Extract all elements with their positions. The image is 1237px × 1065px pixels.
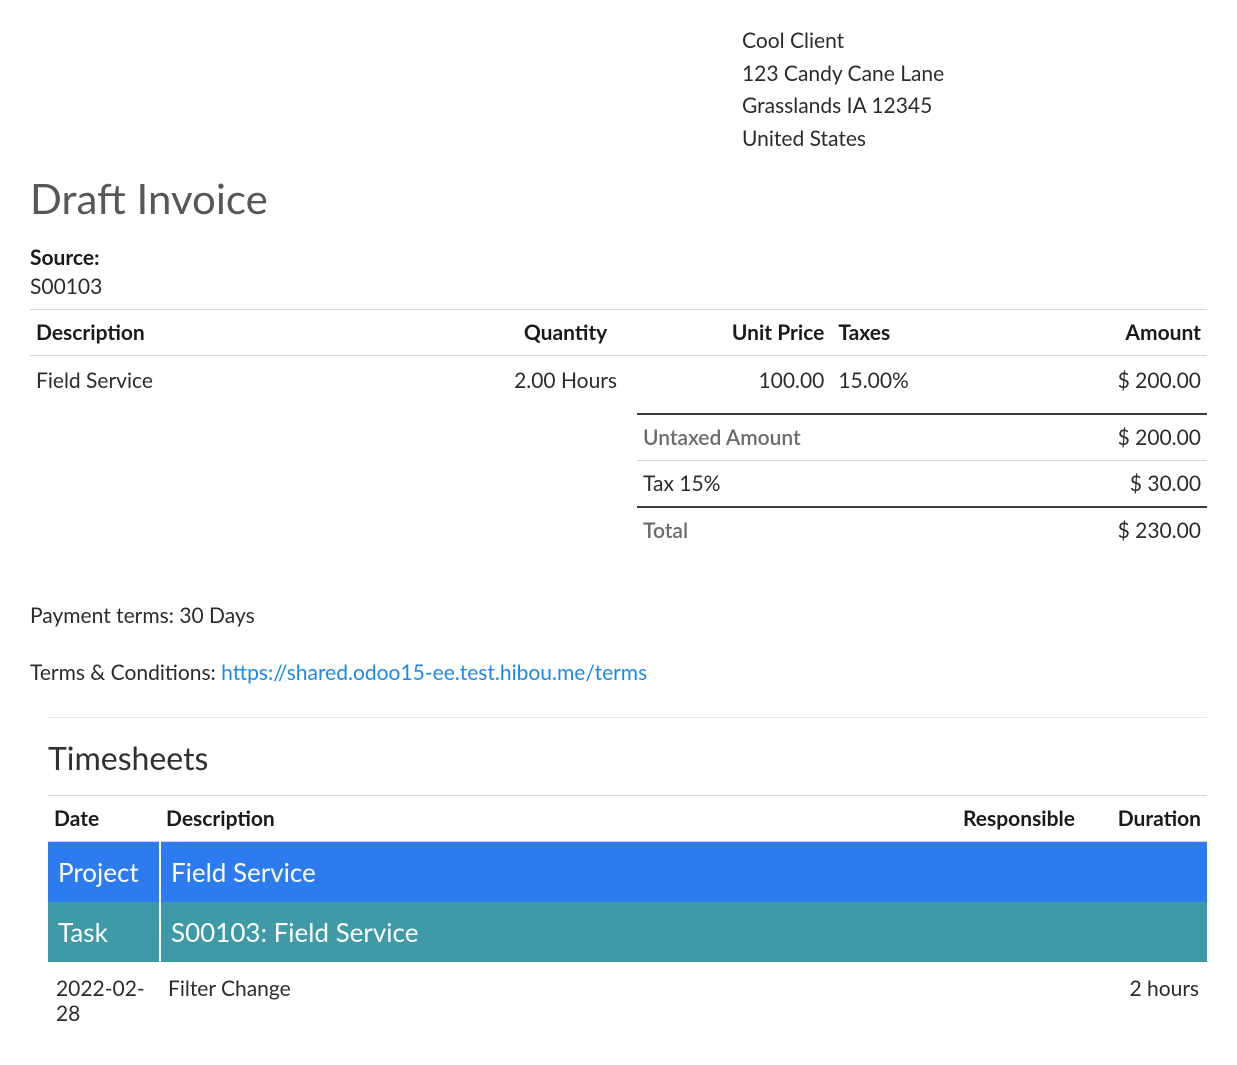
terms-and-conditions: Terms & Conditions: https://shared.odoo1… (30, 660, 1207, 685)
line-unit-price: 100.00 (666, 356, 831, 406)
untaxed-value: $ 200.00 (1002, 414, 1207, 461)
col-taxes: Taxes (830, 310, 995, 356)
timesheets-header-row: Date Description Responsible Duration (48, 796, 1207, 842)
source-value: S00103 (30, 274, 1207, 299)
client-street: 123 Candy Cane Lane (742, 58, 1207, 91)
totals-table: Untaxed Amount $ 200.00 Tax 15% $ 30.00 … (637, 413, 1207, 553)
line-description: Field Service (30, 356, 466, 406)
ts-col-description: Description (160, 796, 957, 842)
terms-link[interactable]: https://shared.odoo15-ee.test.hibou.me/t… (221, 660, 647, 685)
client-country: United States (742, 123, 1207, 156)
tax-value: $ 30.00 (1002, 461, 1207, 508)
entry-responsible (957, 962, 1097, 1040)
entry-date: 2022-02-28 (48, 962, 160, 1040)
client-address: Cool Client 123 Candy Cane Lane Grasslan… (742, 25, 1207, 155)
timesheets-title: Timesheets (48, 738, 1207, 777)
page-title: Draft Invoice (30, 173, 1207, 223)
task-label: Task (48, 902, 160, 962)
total-row: Total $ 230.00 (637, 507, 1207, 553)
source-label: Source: (30, 245, 1207, 270)
ts-col-duration: Duration (1097, 796, 1207, 842)
untaxed-row: Untaxed Amount $ 200.00 (637, 414, 1207, 461)
entry-description: Filter Change (160, 962, 957, 1040)
timesheet-entry-row: 2022-02-28 Filter Change 2 hours (48, 962, 1207, 1040)
col-unit-price: Unit Price (666, 310, 831, 356)
entry-duration: 2 hours (1097, 962, 1207, 1040)
project-value: Field Service (160, 842, 1207, 903)
col-amount: Amount (995, 310, 1207, 356)
line-taxes: 15.00% (830, 356, 995, 406)
task-value: S00103: Field Service (160, 902, 1207, 962)
project-label: Project (48, 842, 160, 903)
col-description: Description (30, 310, 466, 356)
payment-terms: Payment terms: 30 Days (30, 603, 1207, 628)
client-city: Grasslands IA 12345 (742, 90, 1207, 123)
terms-prefix: Terms & Conditions: (30, 660, 221, 685)
timesheet-project-row: Project Field Service (48, 842, 1207, 903)
ts-col-responsible: Responsible (957, 796, 1097, 842)
client-name: Cool Client (742, 25, 1207, 58)
invoice-line-table: Description Quantity Unit Price Taxes Am… (30, 309, 1207, 405)
invoice-line-row: Field Service 2.00 Hours 100.00 15.00% $… (30, 356, 1207, 406)
total-value: $ 230.00 (1002, 507, 1207, 553)
line-quantity: 2.00 Hours (466, 356, 666, 406)
tax-row: Tax 15% $ 30.00 (637, 461, 1207, 508)
ts-col-date: Date (48, 796, 160, 842)
col-quantity: Quantity (466, 310, 666, 356)
line-amount: $ 200.00 (995, 356, 1207, 406)
timesheets-table: Date Description Responsible Duration Pr… (48, 795, 1207, 1040)
total-label: Total (637, 507, 1002, 553)
untaxed-label: Untaxed Amount (637, 414, 1002, 461)
section-divider (48, 717, 1207, 718)
timesheet-task-row: Task S00103: Field Service (48, 902, 1207, 962)
invoice-header-row: Description Quantity Unit Price Taxes Am… (30, 310, 1207, 356)
tax-label: Tax 15% (637, 461, 1002, 508)
